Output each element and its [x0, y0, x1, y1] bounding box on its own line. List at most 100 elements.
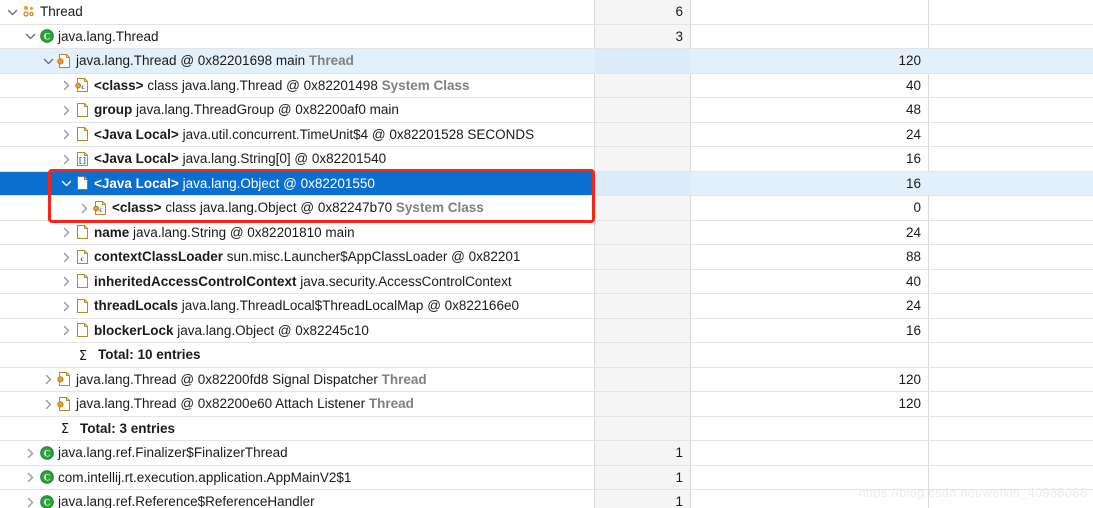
- tree-row[interactable]: [] <Java Local> java.lang.String[0] @ 0x…: [0, 147, 1093, 172]
- chevron-down-icon[interactable]: [58, 172, 74, 196]
- chevron-right-icon[interactable]: [58, 221, 74, 245]
- row-label-tag: Thread: [308, 53, 354, 69]
- tree-row[interactable]: java.lang.Thread @ 0x82201698 main Threa…: [0, 49, 1093, 74]
- chevron-right-icon[interactable]: [40, 368, 56, 392]
- chevron-right-icon[interactable]: [22, 490, 38, 508]
- chevron-right-icon[interactable]: [22, 441, 38, 465]
- tree-row[interactable]: inheritedAccessControlContext java.secur…: [0, 269, 1093, 294]
- total-row[interactable]: Σ Total: 10 entries: [0, 343, 1093, 368]
- row-label-tag: System Class: [395, 200, 484, 216]
- chevron-right-icon[interactable]: [58, 74, 74, 98]
- row-label-part: java.lang.Thread @ 0x82201698: [76, 53, 273, 69]
- chevron-right-icon[interactable]: [58, 245, 74, 269]
- chevron-down-icon[interactable]: [40, 49, 56, 73]
- tree-row[interactable]: C java.lang.Thread 3: [0, 24, 1093, 49]
- chevron-right-icon[interactable]: [40, 392, 56, 416]
- cell-name[interactable]: inheritedAccessControlContext java.secur…: [0, 270, 594, 294]
- cell-name[interactable]: blockerLock java.lang.Object @ 0x82245c1…: [0, 319, 594, 343]
- svg-text:Σ: Σ: [79, 349, 87, 363]
- cell-name[interactable]: C java.lang.ref.Finalizer$FinalizerThrea…: [0, 441, 594, 465]
- tree-rows: Thread 6 C java.lang.Thread 3 java.lang.Th…: [0, 0, 1093, 508]
- cell-name[interactable]: c <class> class java.lang.Object @ 0x822…: [0, 196, 594, 220]
- tree-row[interactable]: java.lang.Thread @ 0x82200fd8 Signal Dis…: [0, 367, 1093, 392]
- cell-objects-count: [595, 269, 690, 293]
- cell-name[interactable]: C java.lang.ref.Reference$ReferenceHandl…: [0, 490, 594, 508]
- object-plain-icon: [74, 172, 92, 196]
- class-icon: C: [38, 490, 56, 508]
- cell-name[interactable]: c <class> class java.lang.Thread @ 0x822…: [0, 74, 594, 98]
- tree-row[interactable]: <Java Local> java.util.concurrent.TimeUn…: [0, 122, 1093, 147]
- tree-row[interactable]: <Java Local> java.lang.Object @ 0x822015…: [0, 171, 1093, 196]
- cell-name[interactable]: java.lang.Thread @ 0x82201698 main Threa…: [0, 49, 594, 73]
- row-label-part: group: [94, 102, 133, 118]
- row-label: java.lang.ref.Reference$ReferenceHandler: [56, 494, 315, 508]
- object-root-icon: [56, 49, 74, 73]
- tree-row[interactable]: C java.lang.ref.Finalizer$FinalizerThrea…: [0, 441, 1093, 466]
- svg-text:Σ: Σ: [61, 422, 69, 436]
- svg-text:C: C: [44, 497, 51, 507]
- object-icon: [74, 221, 92, 245]
- chevron-right-icon[interactable]: [58, 294, 74, 318]
- tree-row[interactable]: c contextClassLoader sun.misc.Launcher$A…: [0, 245, 1093, 270]
- cell-name[interactable]: java.lang.Thread @ 0x82200e60 Attach Lis…: [0, 392, 594, 416]
- tree-row[interactable]: Thread 6: [0, 0, 1093, 25]
- class-icon: C: [38, 25, 56, 49]
- row-label: <Java Local> java.lang.String[0] @ 0x822…: [92, 151, 386, 166]
- tree-row[interactable]: c <class> class java.lang.Object @ 0x822…: [0, 196, 1093, 221]
- row-label: <Java Local> java.util.concurrent.TimeUn…: [92, 127, 534, 142]
- chevron-right-icon[interactable]: [58, 123, 74, 147]
- thread-tree-view: Thread 6 C java.lang.Thread 3 java.lang.Th…: [0, 0, 1093, 508]
- row-label-part: <Java Local>: [94, 126, 179, 142]
- cell-name[interactable]: C com.intellij.rt.execution.application.…: [0, 466, 594, 490]
- chevron-down-icon[interactable]: [4, 0, 20, 24]
- cell-retained-heap: 80: [929, 123, 1093, 147]
- cell-name[interactable]: Σ Total: 10 entries: [0, 343, 594, 367]
- row-label-part: java.lang.Thread @ 0x82200fd8: [76, 371, 269, 387]
- cell-name[interactable]: [] <Java Local> java.lang.String[0] @ 0x…: [0, 147, 594, 171]
- cell-name[interactable]: <Java Local> java.util.concurrent.TimeUn…: [0, 123, 594, 147]
- cell-name[interactable]: C java.lang.Thread: [0, 25, 594, 49]
- cell-name[interactable]: group java.lang.ThreadGroup @ 0x82200af0…: [0, 98, 594, 122]
- row-label-tag: Thread: [368, 396, 414, 412]
- chevron-right-icon[interactable]: [58, 147, 74, 171]
- total-row[interactable]: Σ Total: 3 entries: [0, 416, 1093, 441]
- chevron-right-icon[interactable]: [58, 270, 74, 294]
- cell-name[interactable]: c contextClassLoader sun.misc.Launcher$A…: [0, 245, 594, 269]
- tree-row[interactable]: java.lang.Thread @ 0x82200e60 Attach Lis…: [0, 392, 1093, 417]
- row-label: com.intellij.rt.execution.application.Ap…: [56, 470, 351, 485]
- tree-row[interactable]: c <class> class java.lang.Thread @ 0x822…: [0, 73, 1093, 98]
- row-label: Thread: [38, 4, 83, 19]
- row-label: contextClassLoader sun.misc.Launcher$App…: [92, 249, 520, 264]
- cell-name[interactable]: threadLocals java.lang.ThreadLocal$Threa…: [0, 294, 594, 318]
- cell-name[interactable]: name java.lang.String @ 0x82201810 main: [0, 221, 594, 245]
- cell-retained-heap: 184: [929, 74, 1093, 98]
- chevron-right-icon[interactable]: [22, 466, 38, 490]
- cell-retained-heap: 256: [929, 368, 1093, 392]
- row-label-part: <Java Local>: [94, 175, 179, 191]
- cell-name[interactable]: Thread: [0, 0, 594, 24]
- cell-objects-count: [595, 49, 690, 73]
- row-label-part: blockerLock: [94, 322, 174, 338]
- cell-objects-count: [595, 343, 690, 367]
- cell-shallow-heap: [691, 343, 928, 367]
- row-label-part: main: [272, 53, 309, 69]
- cell-name[interactable]: java.lang.Thread @ 0x82200fd8 Signal Dis…: [0, 368, 594, 392]
- cell-objects-count: [595, 318, 690, 342]
- object-icon: [74, 319, 92, 343]
- chevron-right-icon[interactable]: [58, 98, 74, 122]
- row-label: <Java Local> java.lang.Object @ 0x822015…: [92, 176, 375, 191]
- tree-row[interactable]: blockerLock java.lang.Object @ 0x82245c1…: [0, 318, 1093, 343]
- cell-objects-count: [595, 196, 690, 220]
- svg-text:C: C: [44, 473, 51, 483]
- row-label-part: <class>: [112, 200, 162, 216]
- chevron-down-icon[interactable]: [22, 25, 38, 49]
- chevron-right-icon[interactable]: [76, 196, 92, 220]
- cell-shallow-heap: 16: [905, 151, 921, 167]
- tree-row[interactable]: threadLocals java.lang.ThreadLocal$Threa…: [0, 294, 1093, 319]
- tree-row[interactable]: group java.lang.ThreadGroup @ 0x82200af0…: [0, 98, 1093, 123]
- row-label: java.lang.Thread: [56, 29, 159, 44]
- cell-name[interactable]: <Java Local> java.lang.Object @ 0x822015…: [0, 171, 594, 196]
- chevron-right-icon[interactable]: [58, 319, 74, 343]
- tree-row[interactable]: name java.lang.String @ 0x82201810 main 2…: [0, 220, 1093, 245]
- cell-name[interactable]: Σ Total: 3 entries: [0, 417, 594, 441]
